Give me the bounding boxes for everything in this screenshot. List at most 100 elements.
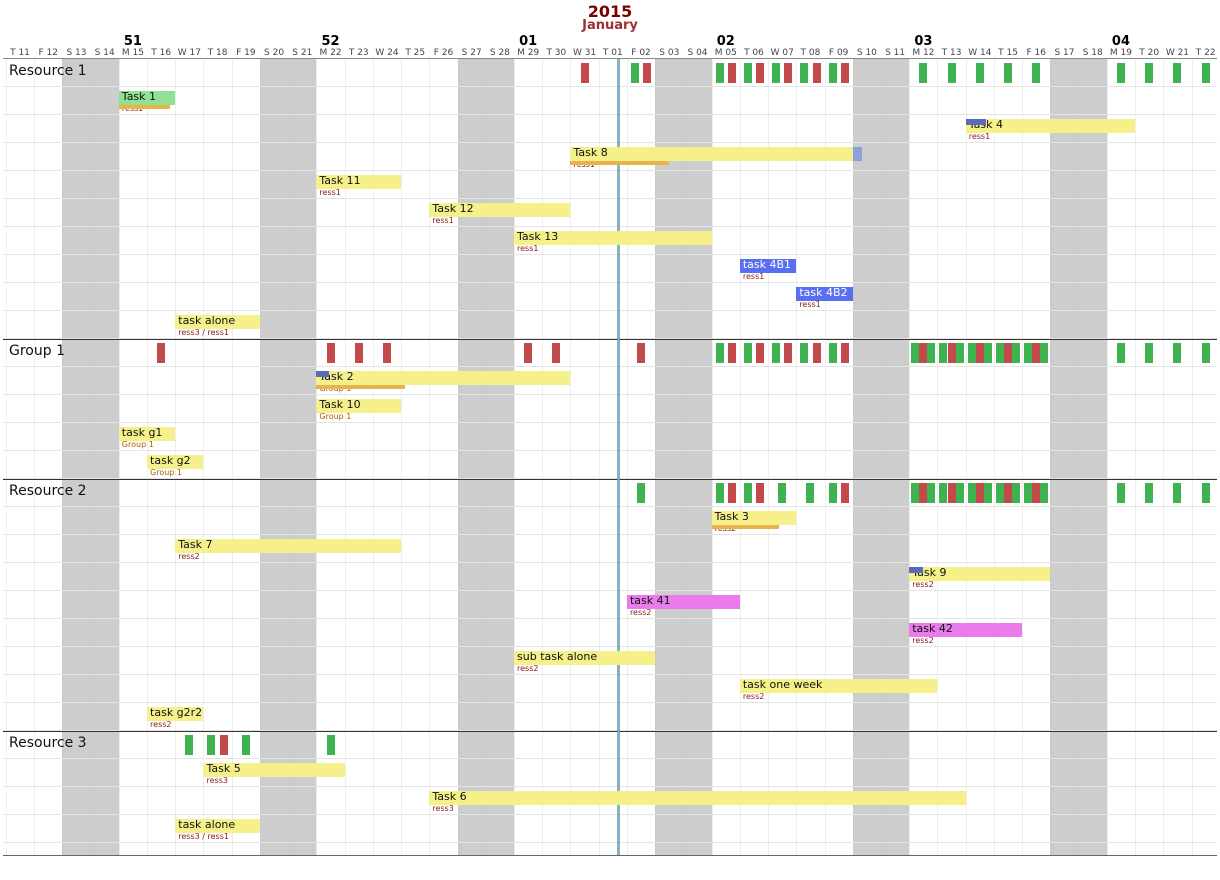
task-assignee: ress2 (912, 636, 933, 645)
status-block (716, 343, 724, 363)
task-assignee: ress1 (517, 244, 538, 253)
day-label: S 28 (490, 48, 510, 58)
status-block (744, 343, 752, 363)
task-bar[interactable]: Task 8ress1 (570, 147, 852, 161)
week-label: 52 (321, 34, 339, 49)
day-label: T 30 (546, 48, 566, 58)
task-bar[interactable]: Task 11ress1 (316, 175, 401, 189)
day-label: M 12 (912, 48, 934, 58)
status-block (1004, 483, 1012, 503)
timeline-header: 515201020304T 11F 12S 13S 14M 15T 16W 17… (3, 34, 1217, 58)
task-bar[interactable]: task g1Group 1 (119, 427, 175, 441)
task-bar[interactable]: Task 9ress2 (909, 567, 1050, 581)
status-block (1202, 483, 1210, 503)
task-bar[interactable]: Task 10Group 1 (316, 399, 401, 413)
day-label: S 03 (659, 48, 679, 58)
task-name: task 41 (630, 594, 671, 607)
status-block (1202, 343, 1210, 363)
status-block (581, 63, 589, 83)
status-block (996, 343, 1004, 363)
day-label: M 05 (715, 48, 737, 58)
task-bar[interactable]: task 4B2ress1 (796, 287, 852, 301)
task-bar[interactable]: task g2Group 1 (147, 455, 203, 469)
resource-label: Resource 3 (9, 735, 87, 751)
task-name: task one week (743, 678, 823, 691)
status-block (829, 63, 837, 83)
status-block (756, 483, 764, 503)
status-block (919, 343, 927, 363)
task-bar[interactable]: Task 1ress1 (119, 91, 175, 105)
status-block (956, 343, 964, 363)
status-block (1012, 483, 1020, 503)
status-block (772, 63, 780, 83)
task-bar[interactable]: Task 13ress1 (514, 231, 712, 245)
status-block (948, 63, 956, 83)
day-label: T 11 (10, 48, 30, 58)
task-bar[interactable]: Task 12ress1 (429, 203, 570, 217)
task-assignee: ress1 (743, 272, 764, 281)
task-bar[interactable]: task 42ress2 (909, 623, 1022, 637)
grid-row (3, 423, 1217, 451)
grid-row (3, 675, 1217, 703)
day-label: S 18 (1083, 48, 1103, 58)
task-name: sub task alone (517, 650, 597, 663)
task-assignee: ress2 (630, 608, 651, 617)
day-label: F 12 (38, 48, 58, 58)
status-block (911, 343, 919, 363)
task-bar[interactable]: Task 7ress2 (175, 539, 401, 553)
status-block (984, 483, 992, 503)
task-name: Task 12 (432, 202, 473, 215)
status-block (939, 483, 947, 503)
day-label: W 17 (178, 48, 201, 58)
task-name: task 4B2 (799, 286, 847, 299)
status-block (1032, 483, 1040, 503)
leading-marker (909, 567, 923, 573)
task-assignee: ress2 (912, 580, 933, 589)
task-bar[interactable]: task 41ress2 (627, 595, 740, 609)
status-block (744, 483, 752, 503)
status-block (643, 63, 651, 83)
task-assignee: ress1 (969, 132, 990, 141)
status-block (1004, 343, 1012, 363)
task-bar[interactable]: task aloneress3 / ress1 (175, 315, 260, 329)
task-assignee: ress2 (743, 692, 764, 701)
task-assignee: ress3 / ress1 (178, 832, 229, 841)
day-label: T 16 (151, 48, 171, 58)
status-block (207, 735, 215, 755)
status-block (355, 343, 363, 363)
task-bar[interactable]: sub task aloneress2 (514, 651, 655, 665)
status-block (911, 483, 919, 503)
task-bar[interactable]: Task 3ress2 (712, 511, 797, 525)
task-name: Task 10 (319, 398, 360, 411)
task-bar[interactable]: task aloneress3 / ress1 (175, 819, 260, 833)
status-block (552, 343, 560, 363)
task-end-cap (853, 147, 862, 161)
status-block (716, 63, 724, 83)
task-bar[interactable]: Task 4ress1 (966, 119, 1135, 133)
task-bar[interactable]: Task 2Group 1 (316, 371, 570, 385)
status-block (1024, 483, 1032, 503)
status-block (1173, 483, 1181, 503)
task-bar[interactable]: Task 6ress3 (429, 791, 965, 805)
task-bar[interactable]: task 4B1ress1 (740, 259, 796, 273)
status-block (383, 343, 391, 363)
status-block (716, 483, 724, 503)
task-bar[interactable]: Task 5ress3 (203, 763, 344, 777)
status-block (220, 735, 228, 755)
grid-row (3, 87, 1217, 115)
grid-row (3, 507, 1217, 535)
status-block (927, 343, 935, 363)
grid-area: Resource 1Group 1Resource 2Resource 3Tas… (3, 58, 1217, 856)
status-block (829, 343, 837, 363)
status-block (829, 483, 837, 503)
status-block (813, 63, 821, 83)
status-block (772, 343, 780, 363)
status-block (1032, 63, 1040, 83)
task-assignee: ress3 (432, 804, 453, 813)
task-name: Task 3 (715, 510, 749, 523)
status-block (919, 63, 927, 83)
status-block (637, 343, 645, 363)
task-bar[interactable]: task one weekress2 (740, 679, 938, 693)
task-name: Task 11 (319, 174, 360, 187)
task-bar[interactable]: task g2r2ress2 (147, 707, 203, 721)
